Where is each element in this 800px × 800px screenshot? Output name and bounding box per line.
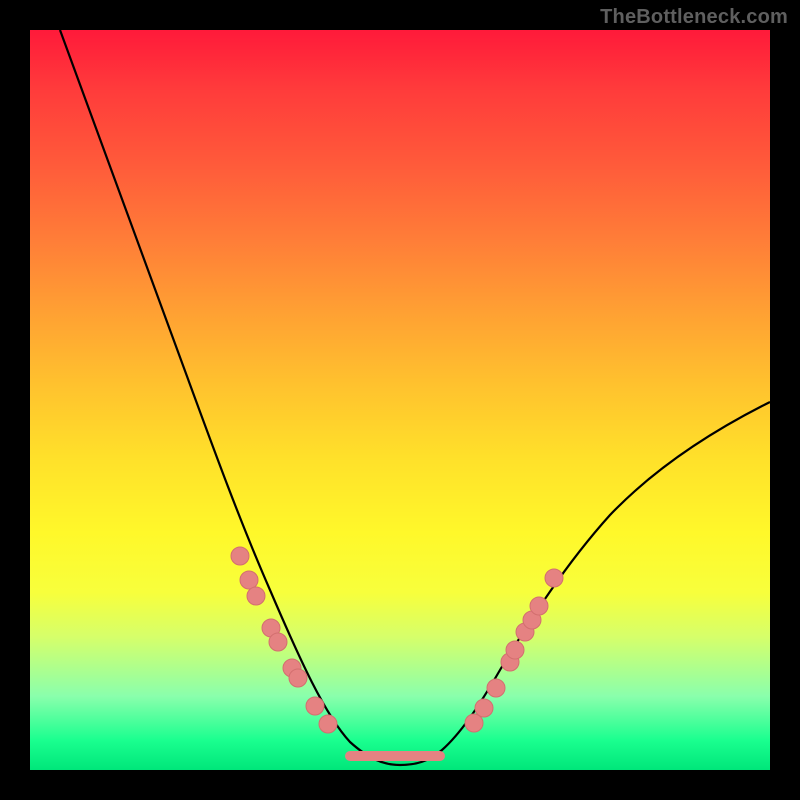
marker-dot xyxy=(240,571,258,589)
chart-svg xyxy=(30,30,770,770)
marker-dot xyxy=(475,699,493,717)
bottleneck-curve xyxy=(60,30,770,765)
marker-dot xyxy=(319,715,337,733)
marker-dot xyxy=(269,633,287,651)
left-markers xyxy=(231,547,337,733)
marker-dot xyxy=(231,547,249,565)
plot-area xyxy=(30,30,770,770)
chart-frame: TheBottleneck.com xyxy=(0,0,800,800)
marker-dot xyxy=(247,587,265,605)
marker-dot xyxy=(289,669,307,687)
watermark-text: TheBottleneck.com xyxy=(600,6,788,29)
marker-dot xyxy=(530,597,548,615)
marker-dot xyxy=(545,569,563,587)
marker-dot xyxy=(487,679,505,697)
marker-dot xyxy=(506,641,524,659)
marker-dot xyxy=(306,697,324,715)
